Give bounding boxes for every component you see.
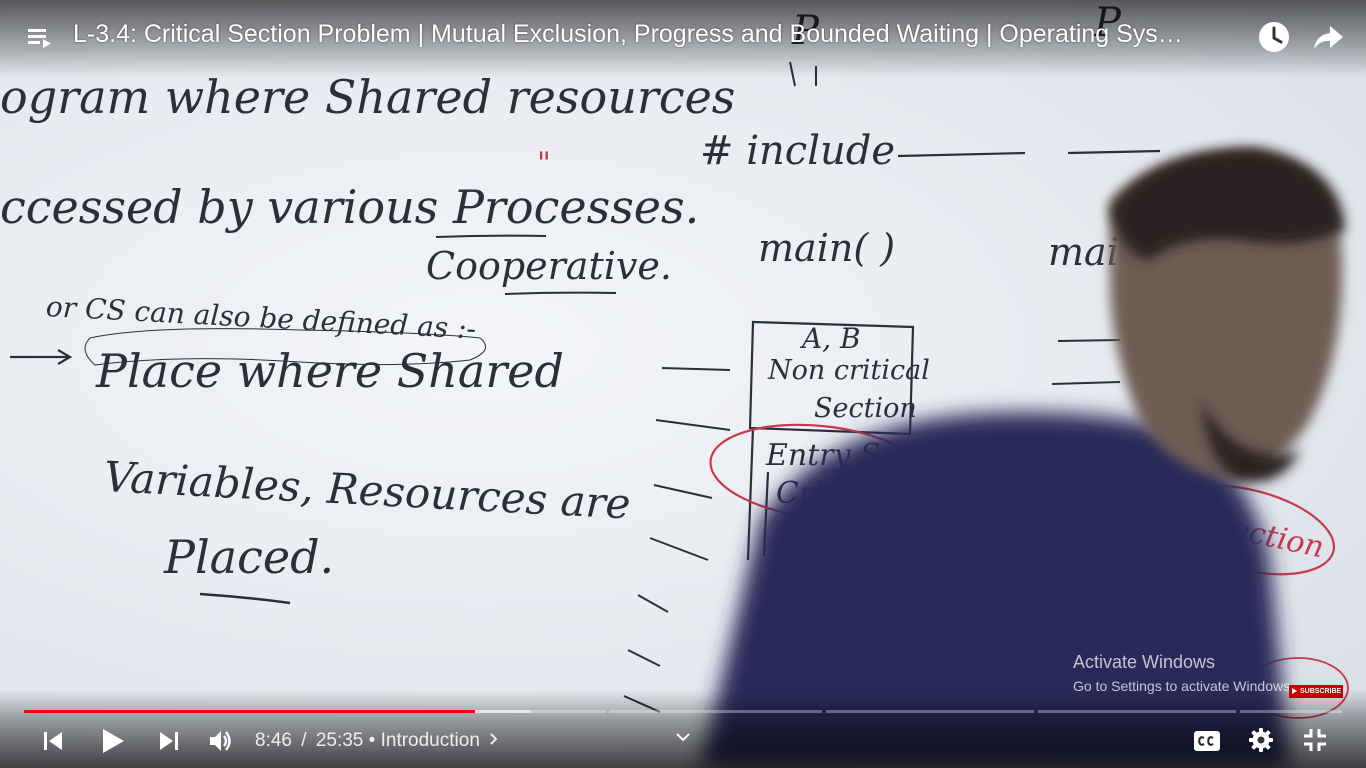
playlist-icon bbox=[28, 29, 51, 48]
gear-icon bbox=[1249, 728, 1273, 752]
exit-fullscreen-button[interactable] bbox=[1301, 726, 1329, 759]
chapter-bullet: • bbox=[368, 730, 376, 751]
chapter-segment[interactable] bbox=[826, 710, 1034, 713]
clock-icon bbox=[1259, 22, 1289, 52]
total-time: 25:35 bbox=[315, 730, 364, 751]
time-separator: / bbox=[301, 730, 307, 751]
watch-later-button[interactable] bbox=[1256, 19, 1292, 55]
chapter-segment[interactable] bbox=[1240, 710, 1342, 713]
share-icon bbox=[1314, 26, 1343, 49]
chapter-segment[interactable] bbox=[609, 710, 822, 713]
played-fill bbox=[24, 710, 475, 713]
volume-button[interactable] bbox=[207, 727, 235, 760]
progress-bar[interactable] bbox=[24, 710, 1342, 713]
volume-icon bbox=[210, 731, 231, 751]
chapter-title[interactable]: Introduction bbox=[381, 730, 480, 751]
skip-next-icon bbox=[160, 732, 178, 750]
next-button[interactable] bbox=[156, 728, 182, 759]
settings-button[interactable] bbox=[1247, 726, 1275, 759]
chevron-down-icon bbox=[676, 733, 690, 742]
captions-button[interactable] bbox=[1192, 727, 1222, 760]
previous-button[interactable] bbox=[40, 728, 66, 759]
playlist-button[interactable] bbox=[24, 22, 54, 52]
video-title[interactable]: L-3.4: Critical Section Problem | Mutual… bbox=[73, 20, 1248, 49]
current-time: 8:46 bbox=[255, 730, 292, 751]
chevron-right-icon[interactable] bbox=[489, 730, 499, 752]
captions-icon bbox=[1194, 731, 1220, 751]
skip-previous-icon bbox=[44, 732, 62, 750]
time-display: 8:46 / 25:35 • Introduction bbox=[255, 730, 499, 752]
expand-button[interactable] bbox=[674, 728, 692, 751]
play-icon bbox=[103, 729, 124, 753]
play-button[interactable] bbox=[96, 725, 128, 762]
chapter-segment[interactable] bbox=[1038, 710, 1236, 713]
exit-fullscreen-icon bbox=[1304, 729, 1326, 751]
activate-windows-watermark: Activate Windows Go to Settings to activ… bbox=[1073, 652, 1294, 694]
share-button[interactable] bbox=[1310, 19, 1346, 55]
watermark-title: Activate Windows bbox=[1073, 652, 1216, 672]
